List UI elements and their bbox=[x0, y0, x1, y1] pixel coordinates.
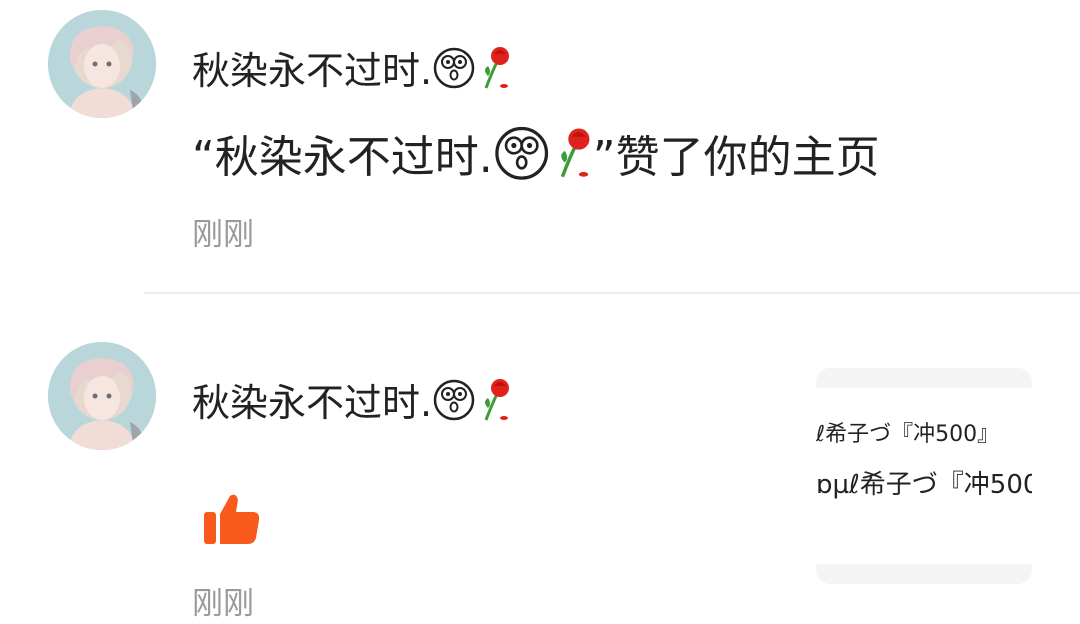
emoji-face-icon bbox=[432, 376, 478, 435]
username-text: 秋染永不过时. bbox=[192, 49, 433, 93]
timestamp: 刚刚 bbox=[192, 586, 254, 622]
message-text: “秋染永不过时. bbox=[192, 132, 493, 183]
timestamp: 刚刚 bbox=[192, 217, 254, 253]
emoji-face-icon bbox=[432, 44, 478, 103]
notification-item[interactable]: 秋染永不过时. 刚刚 ℓ希子づ『冲500』 ɒµℓ希子づ『冲500 bbox=[0, 294, 1080, 624]
message-suffix-text: ”赞了你的主页 bbox=[592, 132, 880, 183]
avatar[interactable] bbox=[48, 10, 156, 118]
avatar-image bbox=[48, 342, 156, 450]
avatar-image bbox=[48, 10, 156, 118]
preview-line: ɒµℓ希子づ『冲500 bbox=[816, 470, 1032, 500]
rose-icon bbox=[553, 122, 593, 198]
thumbs-up-icon bbox=[204, 494, 260, 544]
notification-item[interactable]: 秋染永不过时. “秋染永不过时. ”赞了你的主页 刚刚 bbox=[0, 0, 1080, 292]
avatar[interactable] bbox=[48, 342, 156, 450]
emoji-face-icon bbox=[493, 122, 553, 198]
username[interactable]: 秋染永不过时. bbox=[192, 374, 512, 437]
username[interactable]: 秋染永不过时. bbox=[192, 42, 512, 105]
preview-line: ℓ希子づ『冲500』 bbox=[816, 422, 1000, 447]
notification-message: “秋染永不过时. ”赞了你的主页 bbox=[192, 122, 880, 198]
rose-icon bbox=[478, 374, 512, 437]
rose-icon bbox=[478, 42, 512, 105]
username-text: 秋染永不过时. bbox=[192, 381, 433, 425]
preview-card-content: ℓ希子づ『冲500』 ɒµℓ希子づ『冲500 bbox=[816, 388, 1032, 564]
preview-card[interactable]: ℓ希子づ『冲500』 ɒµℓ希子づ『冲500 bbox=[816, 368, 1032, 584]
